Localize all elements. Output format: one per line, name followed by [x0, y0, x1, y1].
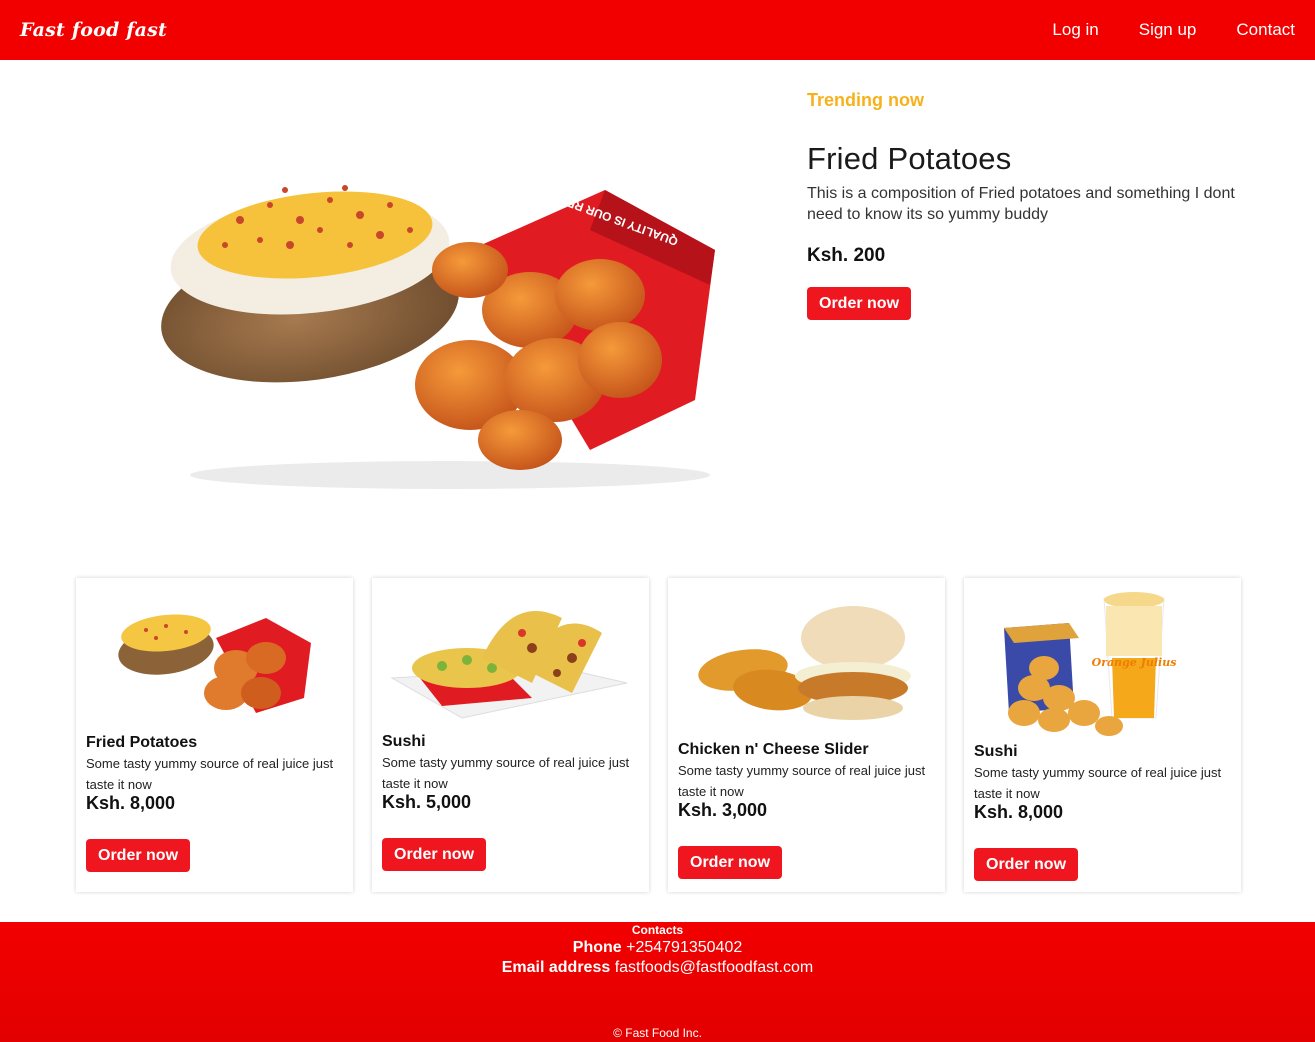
top-navbar: Fast food fast Log in Sign up Contact [0, 0, 1315, 60]
card-body: Sushi Some tasty yummy source of real ju… [974, 743, 1231, 823]
hero-food-image: QUALITY IS OUR RECIPE [161, 185, 715, 489]
product-card: Sushi Some tasty yummy source of real ju… [372, 578, 649, 892]
card-price: Ksh. 8,000 [974, 802, 1064, 822]
card-title: Sushi [974, 743, 1018, 760]
card-description: Some tasty yummy source of real juice ju… [382, 755, 630, 791]
footer-heading: Contacts [631, 923, 684, 937]
card-price: Ksh. 3,000 [678, 800, 768, 820]
card-order-button[interactable]: Order now [974, 848, 1079, 881]
card-order-button[interactable]: Order now [678, 846, 783, 879]
card-price: Ksh. 5,000 [382, 792, 472, 812]
card-order-button[interactable]: Order now [86, 839, 191, 872]
card-order-button[interactable]: Order now [382, 838, 487, 871]
hero-title: Fried Potatoes [807, 141, 1012, 176]
trending-label: Trending now [807, 90, 924, 110]
email-label: Email address [501, 959, 611, 976]
card-body: Fried Potatoes Some tasty yummy source o… [86, 734, 343, 814]
nav-contact-link[interactable]: Contact [1236, 20, 1295, 40]
copyright: © Fast Food Inc. [613, 1026, 702, 1040]
product-image [390, 611, 628, 719]
product-card: Fried Potatoes Some tasty yummy source o… [76, 578, 353, 892]
card-title: Fried Potatoes [86, 734, 198, 751]
card-description: Some tasty yummy source of real juice ju… [86, 756, 334, 792]
card-description: Some tasty yummy source of real juice ju… [974, 765, 1222, 801]
brand-logo[interactable]: Fast food fast [20, 19, 167, 41]
product-image [118, 614, 311, 713]
product-card: Orange Julius Sushi Some tasty yummy sou… [964, 578, 1241, 892]
product-image [698, 606, 911, 720]
phone-value: +254791350402 [626, 939, 743, 956]
hero-price: Ksh. 200 [807, 245, 886, 266]
footer-email: Email address fastfoods@fastfoodfast.com [0, 959, 1315, 977]
hero-order-button[interactable]: Order now [807, 287, 912, 320]
nav-signup-link[interactable]: Sign up [1139, 20, 1197, 40]
page-footer: Contacts Phone +254791350402 Email addre… [0, 922, 1315, 1042]
hero-section: Trending now Fried Potatoes This is a co… [807, 90, 1247, 320]
card-body: Sushi Some tasty yummy source of real ju… [382, 733, 639, 813]
card-body: Chicken n' Cheese Slider Some tasty yumm… [678, 741, 935, 821]
hero-description: This is a composition of Fried potatoes … [807, 185, 1235, 223]
phone-label: Phone [572, 939, 622, 956]
nav-login-link[interactable]: Log in [1052, 20, 1098, 40]
footer-phone: Phone +254791350402 [0, 939, 1315, 957]
card-title: Chicken n' Cheese Slider [678, 741, 869, 758]
nav-links: Log in Sign up Contact [1052, 20, 1295, 40]
email-value[interactable]: fastfoods@fastfoodfast.com [615, 959, 814, 976]
product-image: Orange Julius [1004, 592, 1177, 736]
card-title: Sushi [382, 733, 426, 750]
card-description: Some tasty yummy source of real juice ju… [678, 763, 926, 799]
cup-label: Orange Julius [1092, 656, 1177, 669]
card-price: Ksh. 8,000 [86, 793, 176, 813]
product-card: Chicken n' Cheese Slider Some tasty yumm… [668, 578, 945, 892]
